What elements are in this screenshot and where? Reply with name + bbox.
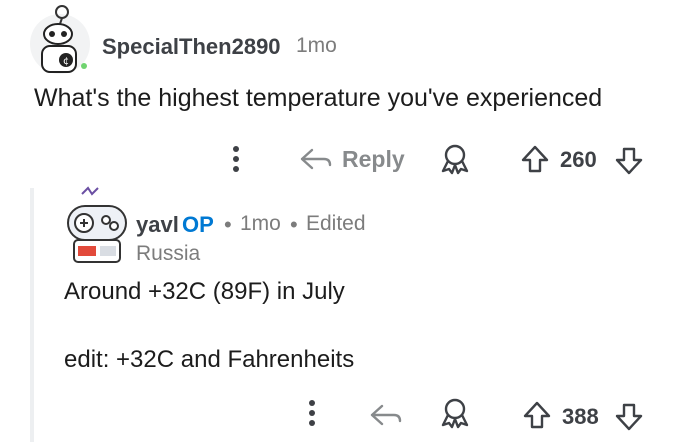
svg-text:¢: ¢ xyxy=(63,56,69,67)
comment-age: 1mo xyxy=(296,34,337,57)
meta-dot: • xyxy=(224,212,232,237)
reply-award-button[interactable] xyxy=(438,396,472,430)
downvote-arrow-icon xyxy=(615,147,643,175)
comment-award-button[interactable] xyxy=(438,142,472,176)
more-options-icon xyxy=(233,146,239,172)
op-badge: OP xyxy=(182,212,214,237)
reply-icon xyxy=(300,148,332,170)
more-options-icon xyxy=(309,400,315,426)
upvote-arrow-icon xyxy=(523,401,551,429)
reply-downvote-button[interactable] xyxy=(614,402,644,432)
comment: ¢ SpecialThen2890 1mo What's the highest… xyxy=(0,0,700,190)
reply-label: Reply xyxy=(342,145,405,172)
reply-avatar[interactable] xyxy=(64,184,130,266)
reply-upvote-button[interactable] xyxy=(522,400,552,430)
reply-more-button[interactable] xyxy=(302,398,322,428)
reply-body-line-1: Around +32C (89F) in July xyxy=(64,278,345,305)
comment-more-button[interactable] xyxy=(226,144,246,174)
user-flair: Russia xyxy=(136,242,201,265)
reply-reply-button[interactable] xyxy=(368,400,404,430)
snoo-avatar-icon: ¢ xyxy=(30,5,90,74)
reply-icon xyxy=(370,404,402,426)
comment-upvote-button[interactable] xyxy=(520,144,550,174)
reply-comment: yavl OP • 1mo • Edited Russia Around +32… xyxy=(34,180,700,442)
reply-body-line-2: edit: +32C and Fahrenheits xyxy=(64,346,355,373)
edited-label: Edited xyxy=(306,212,366,235)
reply-username[interactable]: yavl xyxy=(136,212,179,238)
comment-username[interactable]: SpecialThen2890 xyxy=(102,34,281,60)
comment-body: What's the highest temperature you've ex… xyxy=(34,84,603,112)
comment-reply-button[interactable]: Reply xyxy=(298,144,405,174)
robot-avatar-icon xyxy=(67,186,127,263)
upvote-arrow-icon xyxy=(521,145,549,173)
reply-age: 1mo xyxy=(240,212,281,235)
award-icon xyxy=(441,398,469,429)
meta-dot: • xyxy=(290,212,298,237)
award-icon xyxy=(441,144,469,175)
reply-vote-count: 388 xyxy=(562,404,599,429)
downvote-arrow-icon xyxy=(615,403,643,431)
avatar[interactable]: ¢ xyxy=(26,0,94,78)
comment-downvote-button[interactable] xyxy=(614,146,644,176)
comment-vote-count: 260 xyxy=(560,147,597,172)
